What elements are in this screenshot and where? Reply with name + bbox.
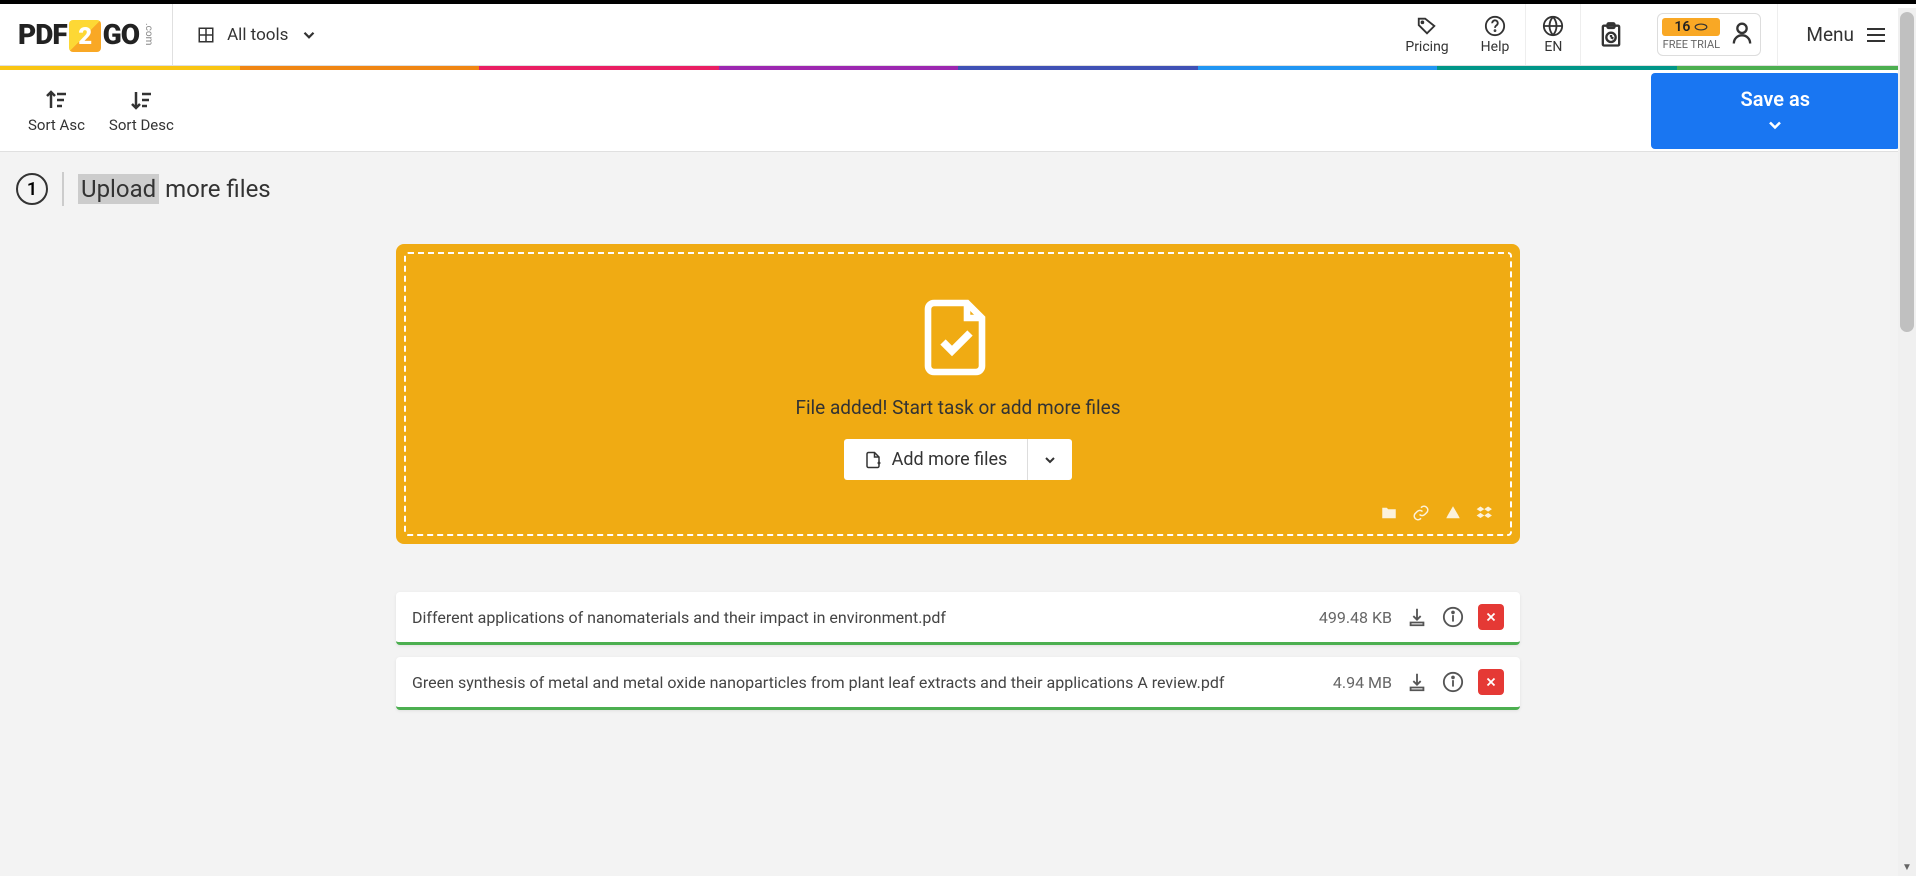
info-icon[interactable] — [1442, 671, 1464, 693]
step-number: 1 — [16, 173, 48, 205]
logo-2: 2 — [69, 20, 101, 52]
folder-icon[interactable] — [1380, 504, 1398, 522]
sort-asc-icon — [44, 88, 68, 112]
dropzone-source-icons — [1380, 504, 1494, 522]
download-icon[interactable] — [1406, 671, 1428, 693]
file-size: 499.48 KB — [1319, 608, 1392, 627]
pricing-button[interactable]: Pricing — [1389, 4, 1464, 65]
file-list: Different applications of nanomaterials … — [396, 592, 1520, 710]
top-header: PDF2GO .com All tools Pricing Help EN — [0, 4, 1916, 66]
trial-count: 16 — [1662, 18, 1720, 36]
delete-file-button[interactable] — [1478, 669, 1504, 695]
logo[interactable]: PDF2GO .com — [0, 4, 173, 65]
language-label: EN — [1544, 39, 1562, 55]
chevron-down-icon — [1765, 115, 1785, 135]
save-as-label: Save as — [1741, 87, 1810, 111]
menu-label: Menu — [1806, 23, 1854, 46]
hamburger-icon — [1864, 23, 1888, 47]
file-row: Different applications of nanomaterials … — [396, 592, 1520, 645]
sort-asc-label: Sort Asc — [28, 116, 85, 134]
step-header: 1 Upload more files — [0, 152, 1916, 226]
scrollbar-thumb[interactable] — [1900, 12, 1914, 332]
info-icon[interactable] — [1442, 606, 1464, 628]
close-icon — [1484, 675, 1498, 689]
step-separator — [62, 172, 64, 206]
scrollbar[interactable]: ▲ ▼ — [1898, 8, 1916, 876]
link-icon[interactable] — [1412, 504, 1430, 522]
delete-file-button[interactable] — [1478, 604, 1504, 630]
add-more-files-button[interactable]: Add more files — [844, 439, 1028, 480]
scrollbar-down-button[interactable]: ▼ — [1898, 858, 1916, 876]
main-content: 1 Upload more files File added! Start ta… — [0, 152, 1916, 876]
tag-icon — [1416, 15, 1438, 37]
all-tools-button[interactable]: All tools — [173, 4, 342, 65]
menu-button[interactable]: Menu — [1777, 4, 1916, 65]
coin-icon — [1694, 22, 1708, 32]
google-drive-icon[interactable] — [1444, 504, 1462, 522]
chevron-down-icon — [1042, 452, 1058, 468]
help-label: Help — [1481, 39, 1510, 55]
trial-box[interactable]: 16 FREE TRIAL — [1657, 13, 1761, 56]
step-title: Upload more files — [78, 175, 271, 203]
file-name: Different applications of nanomaterials … — [412, 608, 1305, 627]
dropzone-message: File added! Start task or add more files — [795, 396, 1120, 419]
history-button[interactable] — [1580, 4, 1641, 65]
chevron-down-icon — [300, 26, 318, 44]
sort-desc-icon — [129, 88, 153, 112]
help-button[interactable]: Help — [1465, 4, 1526, 65]
toolbar: Sort Asc Sort Desc Save as — [0, 70, 1916, 152]
sort-asc-button[interactable]: Sort Asc — [16, 80, 97, 142]
add-more-files-dropdown[interactable] — [1027, 439, 1072, 480]
clipboard-history-icon — [1597, 21, 1625, 49]
trial-label: FREE TRIAL — [1663, 38, 1720, 51]
dropbox-icon[interactable] — [1476, 504, 1494, 522]
sort-desc-button[interactable]: Sort Desc — [97, 80, 186, 142]
grid-icon — [197, 26, 215, 44]
file-plus-icon — [864, 451, 882, 469]
globe-icon — [1542, 15, 1564, 37]
dropzone[interactable]: File added! Start task or add more files… — [396, 244, 1520, 544]
add-more-files-label: Add more files — [892, 449, 1008, 470]
logo-go: GO — [103, 18, 139, 51]
close-icon — [1484, 610, 1498, 624]
file-size: 4.94 MB — [1333, 673, 1392, 692]
file-check-icon — [922, 294, 994, 378]
file-name: Green synthesis of metal and metal oxide… — [412, 673, 1319, 692]
language-button[interactable]: EN — [1525, 4, 1580, 65]
download-icon[interactable] — [1406, 606, 1428, 628]
logo-pdf: PDF — [18, 18, 67, 51]
all-tools-label: All tools — [227, 25, 288, 45]
file-row: Green synthesis of metal and metal oxide… — [396, 657, 1520, 710]
logo-com: .com — [143, 23, 154, 45]
save-as-button[interactable]: Save as — [1651, 73, 1900, 149]
pricing-label: Pricing — [1405, 39, 1448, 55]
avatar-icon[interactable] — [1728, 19, 1756, 51]
help-icon — [1484, 15, 1506, 37]
sort-desc-label: Sort Desc — [109, 116, 174, 134]
